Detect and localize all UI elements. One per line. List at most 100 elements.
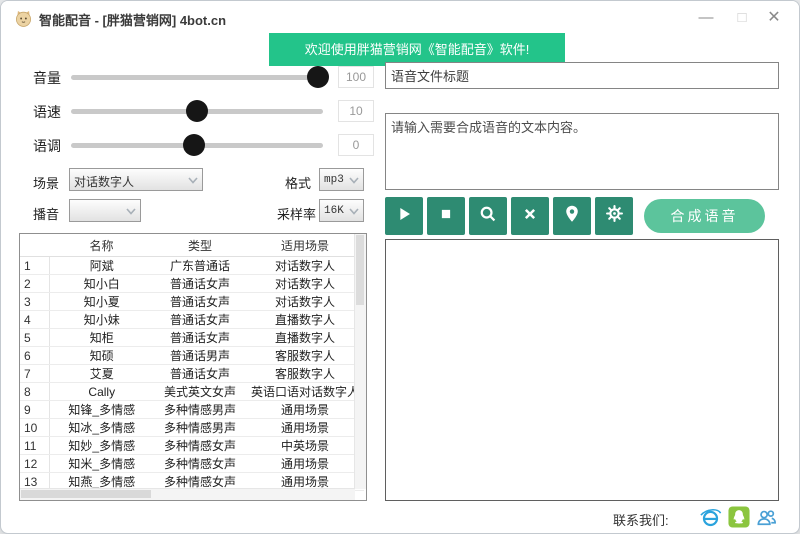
map-pin-icon	[561, 203, 583, 230]
table-row[interactable]: 5知柜普通话女声直播数字人	[20, 329, 364, 347]
voice-scene-cell: 对话数字人	[246, 257, 364, 275]
row-number-header	[20, 234, 49, 257]
voice-name-cell: 知米_多情感	[49, 455, 154, 473]
slider-thumb-pitch[interactable]	[183, 134, 205, 156]
format-select[interactable]: mp3	[319, 168, 364, 191]
vertical-scrollbar-thumb[interactable]	[356, 235, 364, 305]
output-box	[385, 239, 779, 501]
voice-type-cell: 普通话女声	[154, 275, 246, 293]
row-index-cell: 3	[20, 293, 49, 311]
voice-label: 播音	[33, 204, 59, 223]
contact-label: 联系我们:	[613, 510, 669, 529]
table-row[interactable]: 3知小夏普通话女声对话数字人	[20, 293, 364, 311]
voice-type-cell: 普通话男声	[154, 347, 246, 365]
minimize-button[interactable]: —	[689, 3, 723, 33]
row-index-cell: 11	[20, 437, 49, 455]
scene-label: 场景	[33, 173, 59, 192]
table-row[interactable]: 7艾夏普通话女声客服数字人	[20, 365, 364, 383]
voice-name-cell: 知小妹	[49, 311, 154, 329]
column-header-2: 类型	[154, 234, 246, 257]
table-row[interactable]: 2知小白普通话女声对话数字人	[20, 275, 364, 293]
voice-name-cell: 阿斌	[49, 257, 154, 275]
voice-type-cell: 普通话女声	[154, 293, 246, 311]
samplerate-selected-value: 16K	[324, 205, 344, 217]
tts-text-input[interactable]	[385, 113, 779, 190]
voice-name-cell: 艾夏	[49, 365, 154, 383]
ie-browser-icon[interactable]	[699, 506, 722, 529]
table-row[interactable]: 1阿斌广东普通话对话数字人	[20, 257, 364, 275]
clear-button[interactable]	[511, 197, 549, 235]
table-row[interactable]: 9知锋_多情感多种情感男声通用场景	[20, 401, 364, 419]
slider-track-pitch[interactable]	[71, 143, 323, 148]
chevron-down-icon	[188, 177, 198, 184]
horizontal-scrollbar[interactable]	[20, 488, 355, 500]
voice-scene-cell: 直播数字人	[246, 329, 364, 347]
table-row[interactable]: 11知妙_多情感多种情感女声中英场景	[20, 437, 364, 455]
voice-scene-cell: 客服数字人	[246, 365, 364, 383]
row-index-cell: 1	[20, 257, 49, 275]
voice-name-cell: 知冰_多情感	[49, 419, 154, 437]
titlebar: 智能配音 - [胖猫营销网] 4bot.cn — □ ✕	[1, 1, 799, 35]
voice-name-cell: 知妙_多情感	[49, 437, 154, 455]
scene-select[interactable]: 对话数字人	[69, 168, 203, 191]
chevron-down-icon	[349, 177, 359, 184]
table-row[interactable]: 4知小妹普通话女声直播数字人	[20, 311, 364, 329]
voice-type-cell: 多种情感男声	[154, 419, 246, 437]
voice-name-cell: 知锋_多情感	[49, 401, 154, 419]
voice-type-cell: 普通话女声	[154, 329, 246, 347]
slider-value-speed: 10	[338, 100, 374, 122]
table-row[interactable]: 8Cally美式英文女声英语口语对话数字人	[20, 383, 364, 401]
slider-thumb-volume[interactable]	[307, 66, 329, 88]
voice-type-cell: 多种情感男声	[154, 401, 246, 419]
voice-type-cell: 美式英文女声	[154, 383, 246, 401]
qq-group-icon[interactable]	[755, 506, 778, 529]
voice-name-cell: Cally	[49, 383, 154, 401]
table-row[interactable]: 6知硕普通话男声客服数字人	[20, 347, 364, 365]
synthesize-button[interactable]: 合成语音	[644, 199, 765, 233]
voice-scene-cell: 通用场景	[246, 455, 364, 473]
table-row[interactable]: 12知米_多情感多种情感女声通用场景	[20, 455, 364, 473]
slider-value-volume: 100	[338, 66, 374, 88]
chevron-down-icon	[126, 208, 136, 215]
voice-scene-cell: 对话数字人	[246, 293, 364, 311]
samplerate-select[interactable]: 16K	[319, 199, 364, 222]
voice-scene-cell: 中英场景	[246, 437, 364, 455]
format-selected-value: mp3	[324, 174, 344, 186]
column-header-3: 适用场景	[246, 234, 364, 257]
play-button[interactable]	[385, 197, 423, 235]
row-index-cell: 12	[20, 455, 49, 473]
slider-track-volume[interactable]	[71, 75, 323, 80]
row-index-cell: 9	[20, 401, 49, 419]
voice-type-cell: 多种情感女声	[154, 455, 246, 473]
horizontal-scrollbar-thumb[interactable]	[21, 490, 151, 498]
settings-button[interactable]	[595, 197, 633, 235]
search-button[interactable]	[469, 197, 507, 235]
row-index-cell: 4	[20, 311, 49, 329]
app-window: 智能配音 - [胖猫营销网] 4bot.cn — □ ✕ 欢迎使用胖猫营销网《智…	[0, 0, 800, 534]
slider-label-pitch: 语调	[33, 136, 61, 156]
file-title-input[interactable]	[385, 62, 779, 89]
row-index-cell: 5	[20, 329, 49, 347]
row-index-cell: 10	[20, 419, 49, 437]
close-button[interactable]: ✕	[757, 3, 791, 33]
column-header-1: 名称	[49, 234, 154, 257]
maximize-button[interactable]: □	[725, 3, 759, 33]
slider-track-speed[interactable]	[71, 109, 323, 114]
row-index-cell: 8	[20, 383, 49, 401]
voice-scene-cell: 通用场景	[246, 419, 364, 437]
voice-table: 名称类型适用场景 1阿斌广东普通话对话数字人2知小白普通话女声对话数字人3知小夏…	[19, 233, 367, 501]
samplerate-label: 采样率	[277, 204, 316, 223]
slider-thumb-speed[interactable]	[186, 100, 208, 122]
stop-button[interactable]	[427, 197, 465, 235]
voice-name-cell: 知柜	[49, 329, 154, 347]
voice-scene-cell: 英语口语对话数字人	[246, 383, 364, 401]
voice-name-cell: 知小白	[49, 275, 154, 293]
voice-select[interactable]	[69, 199, 141, 222]
locate-button[interactable]	[553, 197, 591, 235]
vertical-scrollbar[interactable]	[354, 234, 366, 489]
qq-icon[interactable]	[728, 506, 751, 529]
table-row[interactable]: 10知冰_多情感多种情感男声通用场景	[20, 419, 364, 437]
row-index-cell: 2	[20, 275, 49, 293]
play-icon	[393, 203, 415, 230]
voice-type-cell: 广东普通话	[154, 257, 246, 275]
